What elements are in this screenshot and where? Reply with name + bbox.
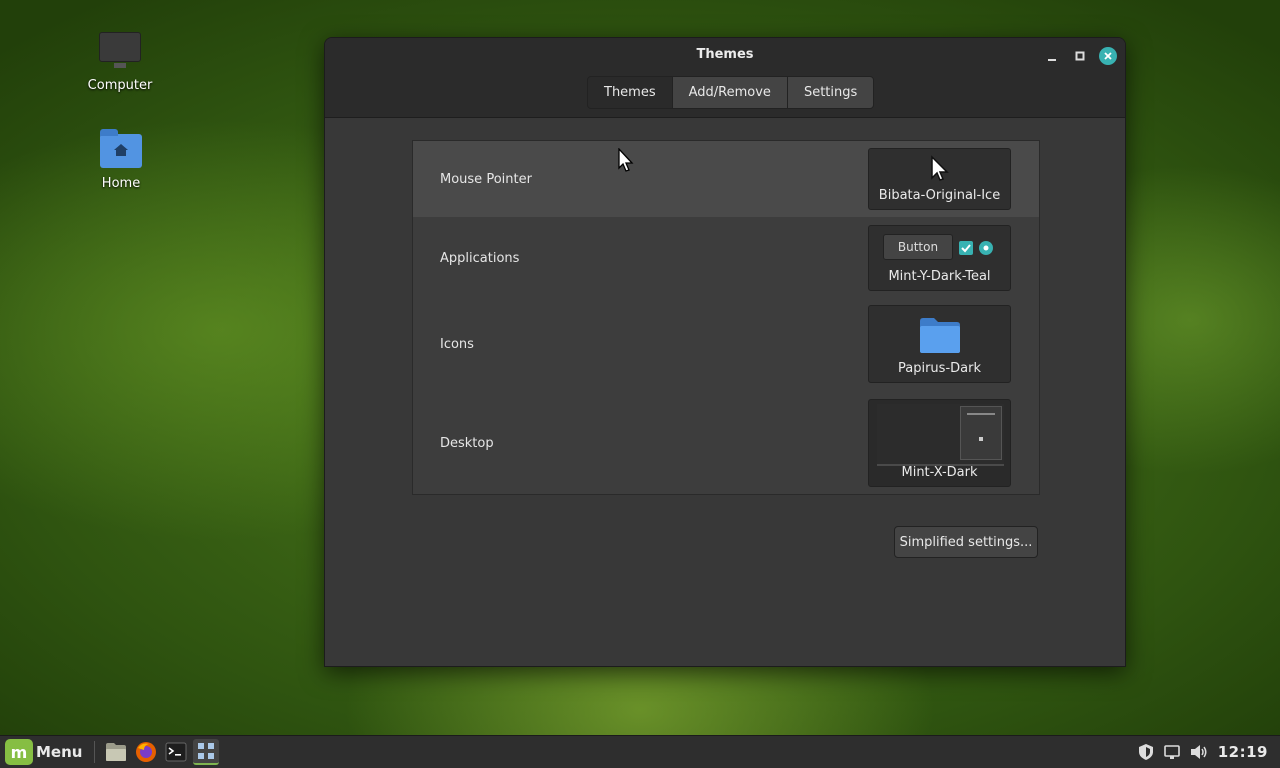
- icons-theme-button[interactable]: Papirus-Dark: [868, 305, 1011, 383]
- menu-label: Menu: [36, 743, 83, 761]
- theme-name: Bibata-Original-Ice: [878, 188, 1001, 203]
- terminal-icon: [165, 742, 187, 762]
- maximize-icon: [1075, 51, 1085, 61]
- row-icons[interactable]: Icons Papirus-Dark: [413, 299, 1039, 389]
- desktop-theme-button[interactable]: Mint-X-Dark: [868, 399, 1011, 487]
- row-label: Desktop: [440, 435, 494, 451]
- system-tray: 12:19: [1138, 736, 1268, 768]
- volume-icon[interactable]: [1190, 744, 1208, 760]
- desktop-theme-thumbnail: [877, 404, 1004, 466]
- theme-name: Mint-Y-Dark-Teal: [888, 269, 991, 284]
- desktop-icon-label: Home: [101, 176, 141, 191]
- simplified-settings-button[interactable]: Simplified settings...: [894, 526, 1038, 558]
- separator: [94, 741, 96, 763]
- firefox-icon: [136, 742, 157, 762]
- tab-themes[interactable]: Themes: [587, 76, 673, 109]
- theme-name: Mint-X-Dark: [901, 465, 978, 480]
- minimize-icon: [1048, 59, 1056, 61]
- taskbar: m Menu 12:19: [0, 735, 1280, 768]
- folder-icon: [919, 318, 960, 353]
- theme-name: Papirus-Dark: [898, 361, 981, 376]
- row-label: Applications: [440, 250, 520, 266]
- radio-icon: [979, 241, 993, 255]
- close-icon: [1104, 52, 1112, 60]
- minimize-button[interactable]: [1043, 47, 1061, 65]
- arrow-cursor-icon: [930, 155, 949, 181]
- close-button[interactable]: [1099, 47, 1117, 65]
- mouse-cursor-icon: [618, 148, 634, 172]
- tab-add-remove[interactable]: Add/Remove: [671, 76, 788, 109]
- network-icon[interactable]: [1163, 744, 1180, 760]
- tab-settings[interactable]: Settings: [786, 76, 875, 109]
- theme-list: Mouse Pointer Bibata-Original-Ice Applic…: [412, 140, 1040, 495]
- row-mouse-pointer[interactable]: Mouse Pointer Bibata-Original-Ice: [413, 141, 1039, 217]
- row-label: Mouse Pointer: [440, 171, 532, 187]
- checkbox-icon: [959, 241, 973, 255]
- mouse-pointer-theme-button[interactable]: Bibata-Original-Ice: [868, 148, 1011, 210]
- themes-app-icon: [198, 743, 215, 759]
- row-desktop[interactable]: Desktop Mint-X-Dark: [413, 393, 1039, 493]
- firefox-launcher[interactable]: [133, 739, 159, 765]
- themes-window: Themes Themes Add/Remove Settings Mouse …: [324, 37, 1126, 667]
- shield-icon[interactable]: [1138, 743, 1154, 761]
- computer-icon: [99, 32, 141, 72]
- terminal-launcher[interactable]: [163, 739, 189, 765]
- files-icon: [106, 743, 127, 761]
- row-applications[interactable]: Applications Button Mint-Y-Dark-Teal: [413, 219, 1039, 297]
- desktop-icon-computer[interactable]: Computer: [75, 32, 165, 93]
- row-label: Icons: [440, 336, 474, 352]
- applications-theme-button[interactable]: Button Mint-Y-Dark-Teal: [868, 225, 1011, 291]
- tab-bar: Themes Add/Remove Settings: [587, 76, 875, 109]
- desktop-icon-label: Computer: [87, 78, 153, 93]
- menu-button[interactable]: m Menu: [0, 736, 88, 768]
- sample-button: Button: [883, 234, 953, 260]
- mint-logo-icon: m: [5, 739, 33, 765]
- home-folder-icon: [100, 129, 142, 170]
- header-bar: Themes Themes Add/Remove Settings: [325, 38, 1125, 118]
- themes-app-taskbar-button[interactable]: [193, 739, 220, 765]
- window-title: Themes: [696, 47, 754, 62]
- clock[interactable]: 12:19: [1218, 743, 1268, 761]
- files-launcher[interactable]: [103, 739, 129, 765]
- desktop-icon-home[interactable]: Home: [76, 129, 166, 191]
- maximize-button[interactable]: [1071, 47, 1089, 65]
